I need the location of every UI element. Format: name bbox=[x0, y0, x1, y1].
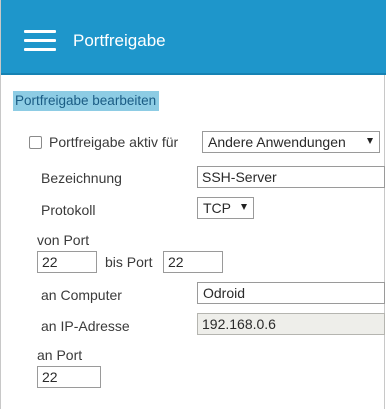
application-type-select[interactable]: Andere Anwendungen bbox=[202, 131, 380, 153]
computer-label: an Computer bbox=[41, 287, 122, 303]
app-header: Portfreigabe bbox=[1, 0, 386, 75]
protocol-label: Protokoll bbox=[41, 202, 96, 218]
computer-value: Odroid bbox=[203, 285, 246, 301]
chevron-down-icon bbox=[367, 138, 373, 144]
application-type-value: Andere Anwendungen bbox=[208, 134, 346, 150]
ip-address-label: an IP-Adresse bbox=[41, 318, 130, 334]
protocol-select[interactable]: TCP bbox=[197, 197, 254, 219]
page-title: Portfreigabe bbox=[73, 31, 166, 50]
protocol-value: TCP bbox=[203, 200, 231, 216]
hamburger-menu-icon[interactable] bbox=[24, 30, 56, 52]
computer-select[interactable]: Odroid bbox=[197, 282, 385, 304]
ip-address-field: 192.168.0.6 bbox=[197, 313, 385, 335]
enable-forwarding-label: Portfreigabe aktiv für bbox=[49, 134, 179, 150]
enable-forwarding-checkbox[interactable] bbox=[29, 136, 42, 149]
from-port-field[interactable]: 22 bbox=[37, 251, 97, 273]
to-port-label: bis Port bbox=[105, 254, 153, 270]
chevron-down-icon bbox=[241, 204, 247, 210]
section-title: Portfreigabe bearbeiten bbox=[13, 91, 160, 111]
name-field[interactable]: SSH-Server bbox=[197, 166, 385, 188]
name-label: Bezeichnung bbox=[41, 170, 122, 186]
port-forwarding-panel: Portfreigabe Portfreigabe bearbeiten Por… bbox=[0, 0, 386, 409]
target-port-field[interactable]: 22 bbox=[37, 366, 101, 388]
to-port-field[interactable]: 22 bbox=[163, 251, 223, 273]
from-port-label: von Port bbox=[37, 232, 90, 248]
target-port-label: an Port bbox=[37, 347, 83, 363]
